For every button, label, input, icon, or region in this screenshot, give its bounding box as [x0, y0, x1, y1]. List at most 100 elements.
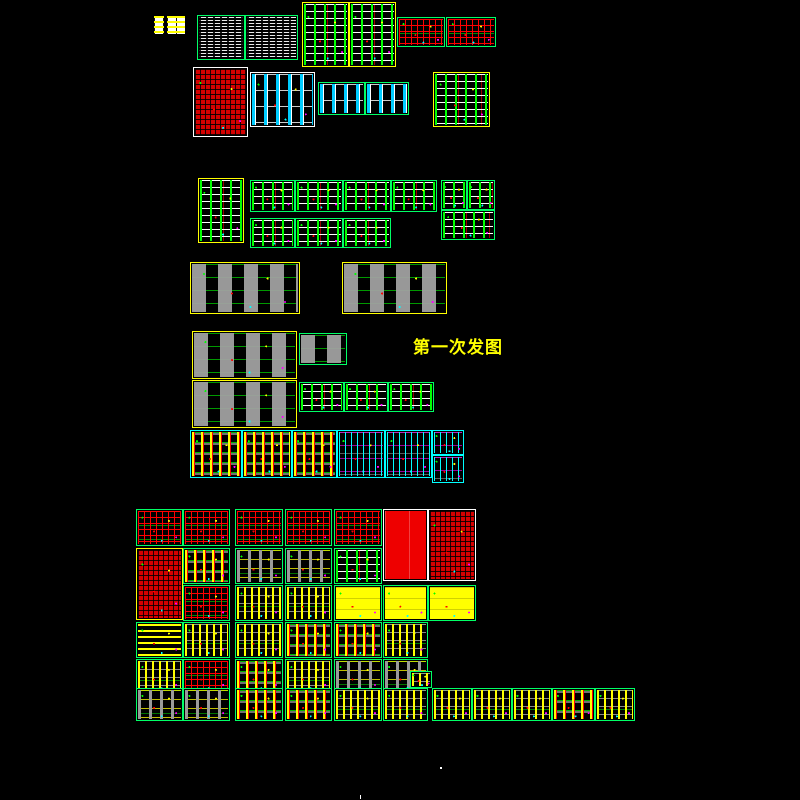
sheet-struct-r3c2[interactable]	[183, 585, 230, 621]
sheet-riser-3[interactable]	[388, 382, 434, 412]
sheet-struct-r6c3-annotation-marks	[236, 689, 282, 720]
sheet-struct-r1c2[interactable]	[183, 509, 230, 546]
sheet-mep-5[interactable]	[385, 430, 432, 478]
sheet-detail-5[interactable]	[441, 180, 467, 210]
sheet-struct-r6c11[interactable]	[595, 688, 635, 721]
sheet-notes-1[interactable]	[197, 15, 245, 60]
sheet-struct-r4c4[interactable]	[285, 622, 332, 658]
sheet-detail-10-annotation-marks	[344, 219, 390, 247]
sheet-elevation-4[interactable]	[365, 82, 409, 115]
sheet-struct-r2c3[interactable]	[235, 548, 283, 584]
sheet-elevation-pair[interactable]	[250, 72, 315, 127]
sheet-blankframe[interactable]	[299, 333, 347, 365]
sheet-struct-r6c8[interactable]	[472, 688, 512, 721]
sheet-detail-4[interactable]	[391, 180, 437, 212]
sheet-blankframe-linework	[301, 335, 345, 363]
sheet-struct-r2c4[interactable]	[285, 548, 332, 584]
sheet-detail-8[interactable]	[250, 218, 295, 248]
sheet-detail-3[interactable]	[343, 180, 391, 212]
sheet-riser-1[interactable]	[299, 382, 344, 412]
sheet-struct-r2c2-annotation-marks	[184, 549, 229, 583]
sheet-struct-r4c5[interactable]	[334, 622, 382, 658]
sheet-riser-2[interactable]	[344, 382, 388, 412]
sheet-sitemap-lower[interactable]	[192, 380, 297, 428]
sheet-mep-1[interactable]	[190, 430, 242, 478]
sheet-elevation-3[interactable]	[318, 82, 365, 115]
sheet-struct-r1c4[interactable]	[285, 509, 332, 546]
sheet-struct-r4c4-annotation-marks	[286, 623, 331, 657]
sheet-struct-r6c4[interactable]	[285, 688, 332, 721]
sheet-mep-2[interactable]	[242, 430, 292, 478]
sheet-struct-r6c6-annotation-marks	[384, 689, 427, 720]
sheet-sitemap-upper[interactable]	[192, 331, 297, 379]
sheet-struct-r4c6[interactable]	[383, 622, 428, 658]
sheet-plan-dense-2[interactable]	[349, 2, 396, 67]
sheet-struct-r4c2[interactable]	[183, 622, 230, 658]
sheet-elevation-3-linework	[320, 84, 363, 113]
sheet-section-pair[interactable]	[433, 72, 490, 127]
sheet-struct-r3c7[interactable]	[428, 585, 476, 621]
sheet-detail-6[interactable]	[467, 180, 495, 210]
sheet-mep-1-annotation-marks	[191, 431, 241, 477]
sheet-struct-r4c1[interactable]	[136, 622, 183, 658]
sheet-struct-r2c2[interactable]	[183, 548, 230, 584]
sheet-detail-4-annotation-marks	[392, 181, 436, 211]
sheet-struct-r3c5-annotation-marks	[335, 586, 381, 620]
sheet-struct-r6c9[interactable]	[512, 688, 552, 721]
sheet-struct-r2c1[interactable]	[136, 548, 183, 620]
sheet-legend-b[interactable]	[166, 15, 186, 35]
sheet-struct-stub-top[interactable]	[410, 671, 432, 688]
sheet-struct-r2c1-annotation-marks	[137, 549, 182, 619]
sheet-legend-a-linework	[154, 16, 164, 34]
sheet-struct-r6c1[interactable]	[136, 688, 183, 721]
sheet-struct-slab-a[interactable]	[383, 509, 428, 581]
sheet-struct-r6c9-annotation-marks	[513, 689, 551, 720]
sheet-struct-r4c5-annotation-marks	[335, 623, 381, 657]
issue-note-label: 第一次发图	[413, 338, 503, 358]
sheet-mep-6[interactable]	[432, 430, 464, 455]
sheet-foundation-plan[interactable]	[193, 67, 248, 137]
sheet-floorplan-left[interactable]	[190, 262, 300, 314]
sheet-framing-1[interactable]	[397, 17, 445, 47]
sheet-struct-r1c3[interactable]	[235, 509, 283, 546]
sheet-mep-3[interactable]	[292, 430, 337, 478]
sheet-detail-2[interactable]	[295, 180, 343, 212]
sheet-detail-1[interactable]	[250, 180, 295, 212]
sheet-struct-r3c3[interactable]	[235, 585, 283, 621]
sheet-struct-r1c5-annotation-marks	[335, 510, 381, 545]
sheet-struct-r6c2[interactable]	[183, 688, 230, 721]
sheet-struct-r6c5[interactable]	[334, 688, 382, 721]
sheet-struct-r4c6-annotation-marks	[384, 623, 427, 657]
sheet-struct-r1c5[interactable]	[334, 509, 382, 546]
sheet-struct-r6c2-annotation-marks	[184, 689, 229, 720]
sheet-mep-7[interactable]	[432, 455, 464, 483]
sheet-struct-r6c5-annotation-marks	[335, 689, 381, 720]
sheet-floorplan-right[interactable]	[342, 262, 447, 314]
sheet-struct-r1c1[interactable]	[136, 509, 183, 546]
sheet-legend-a[interactable]	[153, 15, 165, 35]
sheet-struct-r2c5[interactable]	[334, 548, 382, 584]
crosshair-dot	[440, 767, 442, 769]
sheet-struct-r4c3[interactable]	[235, 622, 283, 658]
sheet-struct-slab-b[interactable]	[428, 509, 476, 581]
sheet-struct-r3c4[interactable]	[285, 585, 332, 621]
sheet-plan-dense-1[interactable]	[302, 2, 349, 67]
cad-model-space-canvas[interactable]: 第一次发图	[0, 0, 800, 800]
sheet-notes-2[interactable]	[245, 15, 298, 60]
sheet-struct-r6c6[interactable]	[383, 688, 428, 721]
sheet-struct-r6c3[interactable]	[235, 688, 283, 721]
sheet-struct-r1c4-annotation-marks	[286, 510, 331, 545]
sheet-rebar-plan[interactable]	[198, 178, 244, 243]
sheet-struct-r6c7[interactable]	[432, 688, 472, 721]
sheet-sitemap-lower-annotation-marks	[193, 381, 296, 427]
sheet-struct-r6c10[interactable]	[552, 688, 595, 721]
sheet-struct-r2c4-annotation-marks	[286, 549, 331, 583]
sheet-detail-8-annotation-marks	[251, 219, 294, 247]
sheet-struct-r3c6[interactable]	[383, 585, 428, 621]
sheet-mep-4[interactable]	[337, 430, 385, 478]
sheet-detail-9[interactable]	[295, 218, 343, 248]
sheet-detail-7[interactable]	[441, 210, 495, 240]
sheet-detail-10[interactable]	[343, 218, 391, 248]
sheet-framing-2[interactable]	[446, 17, 496, 47]
sheet-struct-r3c5[interactable]	[334, 585, 382, 621]
